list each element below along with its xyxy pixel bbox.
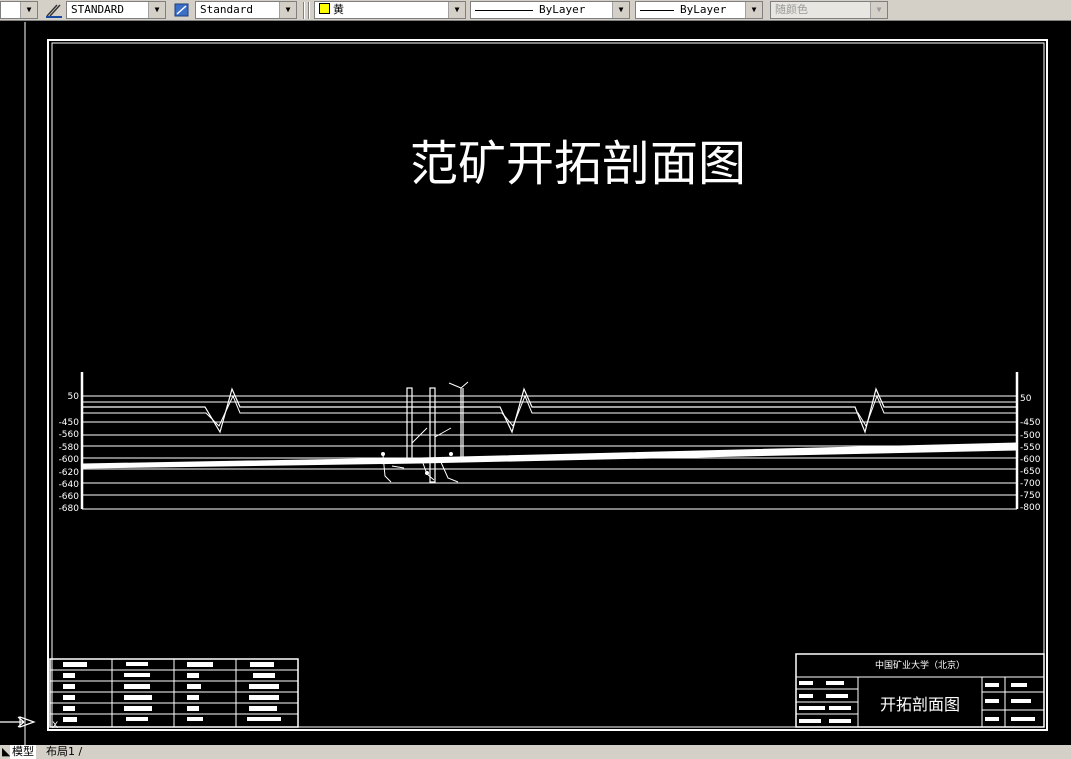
elevation-label: -580 (59, 443, 80, 453)
drawing-title: 范矿开拓剖面图 (410, 136, 746, 192)
elevation-label: -600 (59, 455, 80, 465)
leader-lines (382, 427, 459, 483)
legend-table (49, 658, 299, 728)
elevation-label: -650 (1020, 467, 1041, 477)
tab-layout1[interactable]: 布局1 / (44, 745, 84, 759)
toolbar-separator (308, 2, 310, 19)
lineweight-select[interactable]: ByLayer ▼ (635, 1, 763, 19)
main-shaft (406, 387, 413, 463)
elevation-label: -640 (59, 480, 80, 490)
toolbar-separator (303, 2, 305, 19)
right-elevation-labels: 50 -450 -500 -550 -600 -650 -700 -750 -8… (1020, 394, 1041, 513)
node-marker (449, 452, 453, 456)
elevation-label: 50 (68, 392, 80, 402)
shaft-head-symbol (448, 381, 469, 389)
school-name: 中国矿业大学（北京） (875, 659, 965, 671)
elevation-label: -450 (59, 418, 80, 428)
plot-style-select[interactable]: 随颜色 ▼ (770, 1, 888, 19)
properties-toolbar: ▼ STANDARD ▼ Standard ▼ 黄 ▼ ByLayer ▼ By… (0, 0, 1071, 21)
toolbar-previous-combo[interactable]: ▼ (0, 1, 38, 19)
elevation-label: -700 (1020, 479, 1041, 489)
elevation-label: -660 (59, 492, 80, 502)
chevron-down-icon: ▼ (448, 2, 465, 18)
elevation-label: -750 (1020, 491, 1041, 501)
drawing-svg[interactable]: 范矿开拓剖面图 50 -450 -560 -580 -600 -620 -640… (0, 22, 1071, 745)
elevation-label: -800 (1020, 503, 1041, 513)
svg-text:X: X (52, 721, 58, 731)
text-style-select[interactable]: STANDARD ▼ (66, 1, 166, 19)
title-block: 中国矿业大学（北京） 开拓剖面图 (795, 653, 1045, 728)
chevron-down-icon: ▼ (612, 2, 629, 18)
left-elevation-labels: 50 -450 -560 -580 -600 -620 -640 -660 -6… (59, 392, 80, 514)
elevation-label: -600 (1020, 455, 1041, 465)
dim-style-icon[interactable] (172, 1, 192, 19)
elevation-label: 50 (1020, 394, 1032, 404)
chevron-down-icon: ▼ (20, 2, 37, 18)
elevation-label: -620 (59, 468, 80, 478)
elevation-label: -550 (1020, 443, 1041, 453)
dim-style-select[interactable]: Standard ▼ (195, 1, 297, 19)
elevation-label: -680 (59, 504, 80, 514)
drawing-canvas[interactable]: 范矿开拓剖面图 50 -450 -560 -580 -600 -620 -640… (0, 22, 1071, 745)
coal-seam (81, 442, 1018, 469)
section-profile (80, 372, 1019, 510)
layer-color-swatch (319, 3, 330, 14)
chevron-down-icon: ▼ (745, 2, 762, 18)
title-block-drawing-name: 开拓剖面图 (880, 695, 960, 714)
lineweight-sample (640, 9, 674, 11)
chevron-down-icon: ▼ (148, 2, 165, 18)
linetype-select[interactable]: ByLayer ▼ (470, 1, 630, 19)
chevron-down-icon: ▼ (870, 2, 887, 18)
node-marker (381, 452, 385, 456)
elevation-label: -450 (1020, 418, 1041, 428)
elevation-label: -560 (59, 430, 80, 440)
elevation-label: -500 (1020, 431, 1041, 441)
layout-tab-bar: ◣ 模型 布局1 / (0, 745, 1071, 759)
chevron-down-icon: ▼ (279, 2, 296, 18)
layer-color-select[interactable]: 黄 ▼ (314, 1, 466, 19)
node-marker (425, 471, 429, 475)
tab-model[interactable]: 模型 (10, 745, 36, 759)
text-style-icon[interactable] (44, 1, 64, 19)
linetype-sample (475, 9, 533, 11)
